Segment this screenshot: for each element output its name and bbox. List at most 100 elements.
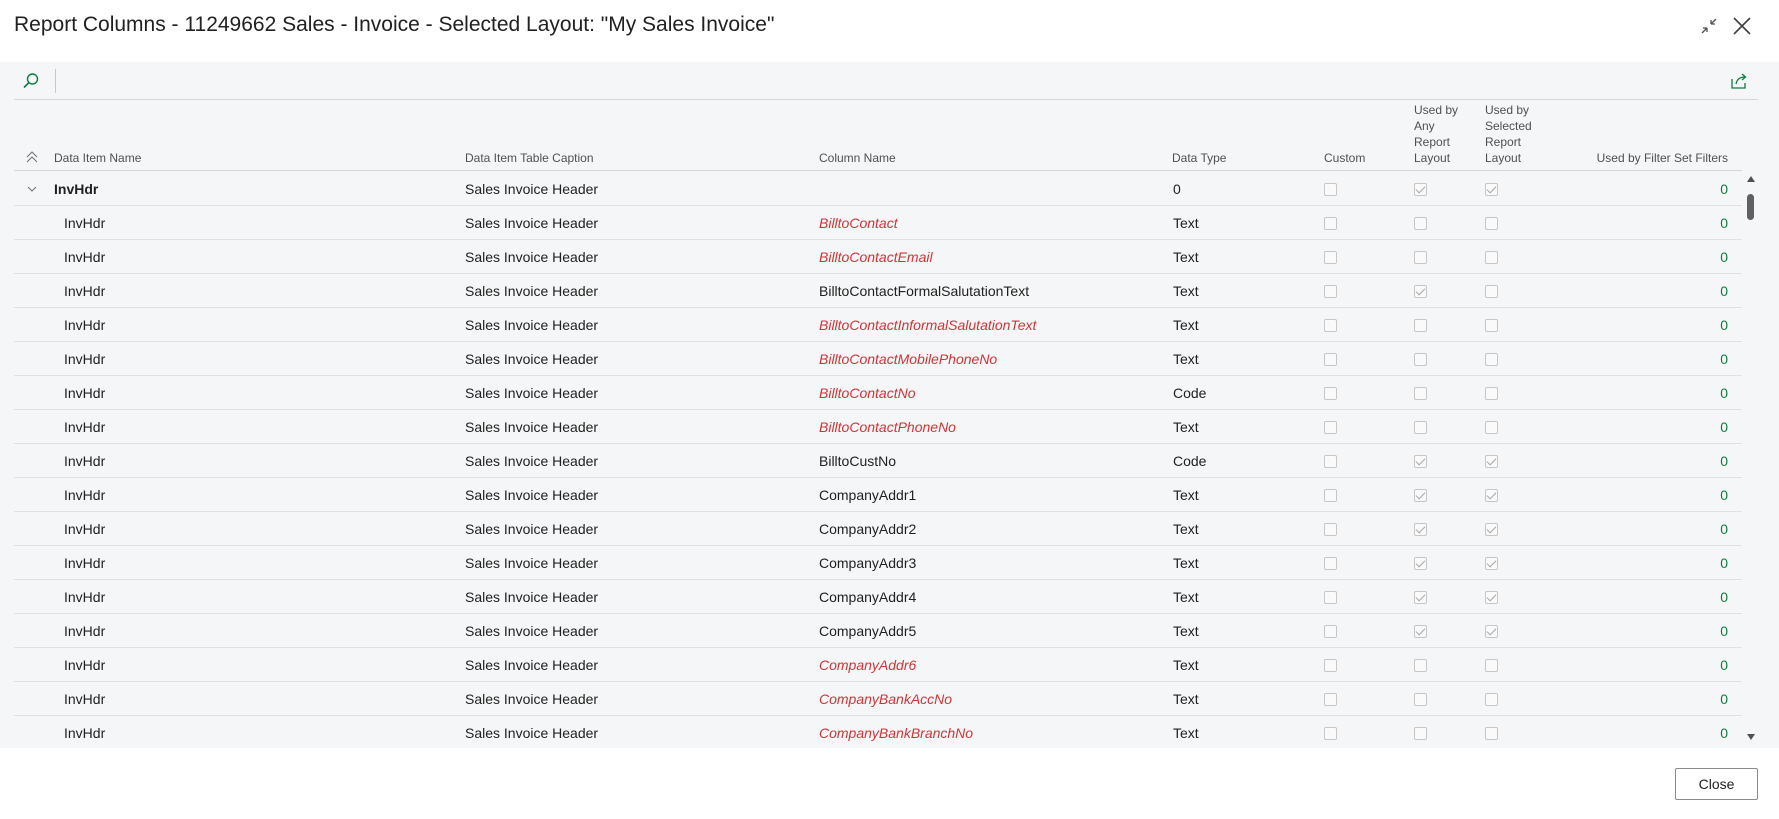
collapse-icon[interactable] [1696, 13, 1722, 39]
used-by-filter-cell[interactable]: 0 [1720, 554, 1728, 572]
column-name-cell[interactable]: CompanyBankBranchNo [819, 724, 973, 742]
used-by-filter-cell[interactable]: 0 [1720, 248, 1728, 266]
column-name-cell[interactable]: CompanyAddr6 [819, 656, 916, 674]
data-type-cell: Text [1173, 725, 1199, 741]
used-by-filter-cell[interactable]: 0 [1720, 214, 1728, 232]
used-by-selected-layout-checkbox [1485, 727, 1498, 740]
report-columns-dialog: Report Columns - 11249662 Sales - Invoic… [0, 0, 1779, 819]
data-item-name-cell: InvHdr [64, 249, 106, 265]
header-used-by-selected-layout[interactable]: Used by Selected Report Layout [1485, 102, 1545, 166]
data-item-name-cell: InvHdr [64, 555, 106, 571]
table-caption-cell: Sales Invoice Header [465, 657, 599, 673]
vertical-scrollbar[interactable] [1744, 172, 1758, 748]
used-by-filter-cell[interactable]: 0 [1720, 316, 1728, 334]
used-by-selected-layout-checkbox [1485, 523, 1498, 536]
header-custom[interactable]: Custom [1324, 150, 1365, 166]
table-caption-cell: Sales Invoice Header [465, 385, 599, 401]
search-icon[interactable] [20, 70, 42, 92]
column-name-cell[interactable]: BilltoContactPhoneNo [819, 418, 956, 436]
used-by-filter-cell[interactable]: 0 [1720, 690, 1728, 708]
table-row[interactable]: InvHdr Sales Invoice Header CompanyAddr2 Te… [14, 512, 1742, 546]
custom-checkbox [1324, 387, 1337, 400]
used-by-filter-cell[interactable]: 0 [1720, 486, 1728, 504]
used-by-selected-layout-checkbox [1485, 489, 1498, 502]
table-row[interactable]: InvHdr Sales Invoice Header BilltoContactM… [14, 342, 1742, 376]
used-by-selected-layout-checkbox [1485, 557, 1498, 570]
column-name-cell[interactable]: CompanyAddr4 [819, 588, 916, 606]
table-row[interactable]: InvHdr Sales Invoice Header CompanyAddr6 Te… [14, 648, 1742, 682]
column-name-cell[interactable]: BilltoContactFormalSalutationText [819, 282, 1029, 300]
column-name-cell[interactable]: BilltoContact [819, 214, 898, 232]
header-column-name[interactable]: Column Name [819, 150, 896, 166]
scroll-up-arrow[interactable] [1747, 176, 1755, 182]
column-name-cell[interactable]: CompanyAddr5 [819, 622, 916, 640]
data-type-cell: Code [1173, 453, 1207, 469]
custom-checkbox [1324, 523, 1337, 536]
used-by-filter-cell[interactable]: 0 [1720, 418, 1728, 436]
used-by-any-layout-checkbox [1414, 319, 1427, 332]
custom-checkbox [1324, 183, 1337, 196]
table-row[interactable]: InvHdr Sales Invoice Header BilltoContactN… [14, 376, 1742, 410]
table-row[interactable]: InvHdr Sales Invoice Header BilltoContact T… [14, 206, 1742, 240]
data-item-name-cell: InvHdr [64, 215, 106, 231]
used-by-filter-cell[interactable]: 0 [1720, 588, 1728, 606]
chevron-down-icon[interactable] [24, 181, 40, 197]
table-row[interactable]: InvHdr Sales Invoice Header BilltoContactF… [14, 274, 1742, 308]
table-caption-cell: Sales Invoice Header [465, 351, 599, 367]
custom-checkbox [1324, 285, 1337, 298]
used-by-any-layout-checkbox [1414, 557, 1427, 570]
used-by-filter-cell[interactable]: 0 [1720, 180, 1728, 198]
header-data-item-name[interactable]: Data Item Name [54, 150, 141, 166]
group-row[interactable]: InvHdr Sales Invoice Header 0 0 [14, 172, 1742, 206]
table-row[interactable]: InvHdr Sales Invoice Header CompanyAddr5 Te… [14, 614, 1742, 648]
data-item-name-cell: InvHdr [64, 419, 106, 435]
table-row[interactable]: InvHdr Sales Invoice Header CompanyAddr3 Te… [14, 546, 1742, 580]
table-row[interactable]: InvHdr Sales Invoice Header CompanyAddr4 Te… [14, 580, 1742, 614]
used-by-selected-layout-checkbox [1485, 625, 1498, 638]
used-by-filter-cell[interactable]: 0 [1720, 452, 1728, 470]
table-row[interactable]: InvHdr Sales Invoice Header CompanyBankAcc… [14, 682, 1742, 716]
header-used-by-filter[interactable]: Used by Filter Set Filters [1597, 150, 1728, 166]
table-row[interactable]: InvHdr Sales Invoice Header CompanyAddr1 Te… [14, 478, 1742, 512]
toolbar [14, 62, 1758, 100]
column-name-cell[interactable]: BilltoContactNo [819, 384, 916, 402]
share-icon[interactable] [1728, 70, 1750, 92]
column-name-cell[interactable]: BilltoContactEmail [819, 248, 933, 266]
table-row[interactable]: InvHdr Sales Invoice Header BilltoContactI… [14, 308, 1742, 342]
close-icon[interactable] [1729, 13, 1755, 39]
header-used-by-any-layout[interactable]: Used by Any Report Layout [1414, 102, 1474, 166]
header-table-caption[interactable]: Data Item Table Caption [465, 150, 594, 166]
data-item-name-cell: InvHdr [64, 351, 106, 367]
used-by-filter-cell[interactable]: 0 [1720, 520, 1728, 538]
used-by-any-layout-checkbox [1414, 693, 1427, 706]
column-name-cell[interactable]: BilltoCustNo [819, 452, 896, 470]
scroll-down-arrow[interactable] [1747, 734, 1755, 740]
close-button[interactable]: Close [1675, 768, 1758, 800]
header-data-type[interactable]: Data Type [1172, 150, 1226, 166]
toolbar-divider [55, 69, 56, 93]
table-row[interactable]: InvHdr Sales Invoice Header BilltoContactE… [14, 240, 1742, 274]
used-by-filter-cell[interactable]: 0 [1720, 656, 1728, 674]
column-name-cell[interactable]: BilltoContactMobilePhoneNo [819, 350, 997, 368]
used-by-filter-cell[interactable]: 0 [1720, 622, 1728, 640]
column-name-cell[interactable]: CompanyBankAccNo [819, 690, 952, 708]
used-by-filter-cell[interactable]: 0 [1720, 350, 1728, 368]
used-by-filter-cell[interactable]: 0 [1720, 282, 1728, 300]
column-name-cell[interactable]: CompanyAddr2 [819, 520, 916, 538]
table-row[interactable]: InvHdr Sales Invoice Header BilltoContactP… [14, 410, 1742, 444]
used-by-filter-cell[interactable]: 0 [1720, 724, 1728, 742]
collapse-all-icon[interactable] [24, 149, 40, 165]
column-name-cell[interactable]: CompanyAddr3 [819, 554, 916, 572]
used-by-selected-layout-checkbox [1485, 285, 1498, 298]
column-name-cell[interactable]: BilltoContactInformalSalutationText [819, 316, 1036, 334]
column-name-cell[interactable]: CompanyAddr1 [819, 486, 916, 504]
table-caption-cell: Sales Invoice Header [465, 521, 599, 537]
table-row[interactable]: InvHdr Sales Invoice Header BilltoCustNo Co… [14, 444, 1742, 478]
data-item-name-cell: InvHdr [64, 453, 106, 469]
used-by-filter-cell[interactable]: 0 [1720, 384, 1728, 402]
data-item-name-cell: InvHdr [64, 521, 106, 537]
scroll-thumb[interactable] [1747, 194, 1754, 220]
custom-checkbox [1324, 557, 1337, 570]
table-row[interactable]: InvHdr Sales Invoice Header CompanyBankBra… [14, 716, 1742, 748]
used-by-selected-layout-checkbox [1485, 319, 1498, 332]
